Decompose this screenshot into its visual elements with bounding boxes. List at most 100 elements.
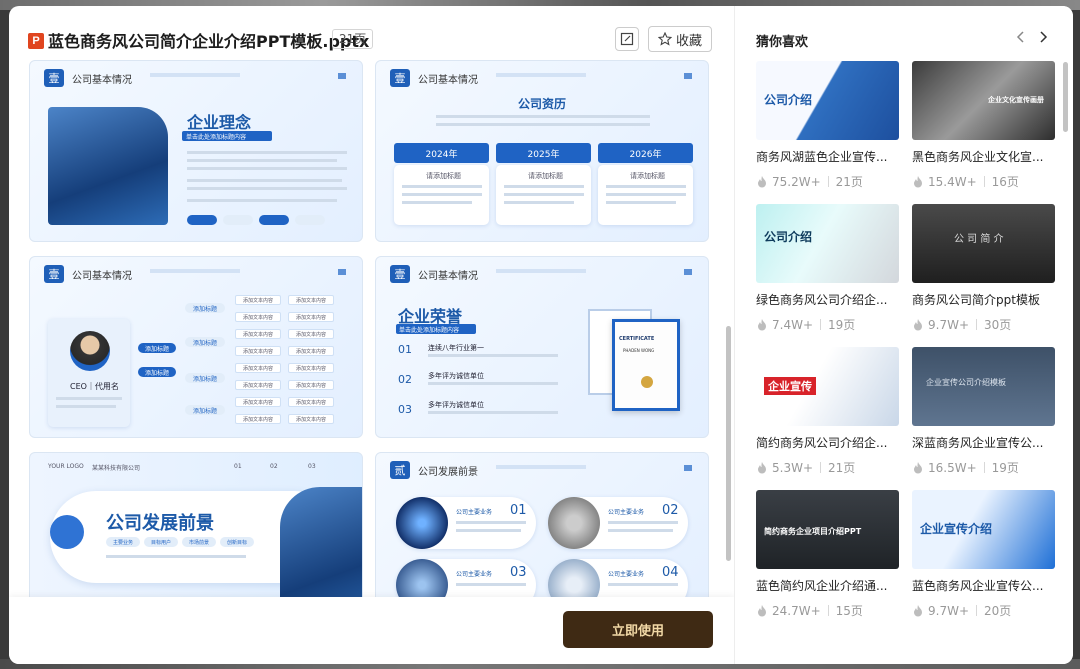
text-line: [608, 529, 673, 532]
view-count: 15.4W+: [928, 174, 977, 189]
text-line: [428, 411, 558, 414]
content-cell: 添加文本内容: [235, 329, 281, 339]
recommend-title[interactable]: 商务风公司简介ppt模板: [912, 291, 1055, 308]
slide-main-title: 公司资历: [518, 97, 567, 111]
recommend-thumbnail[interactable]: 公司介绍: [756, 61, 899, 140]
preview-scrollbar[interactable]: [726, 326, 731, 561]
slide-thumbnail-5[interactable]: YOUR LOGO 某某科技有限公司 01 02 03 公司发展前景 主要业务 …: [29, 452, 363, 597]
recommend-title[interactable]: 绿色商务风公司介绍企...: [756, 291, 899, 308]
recommend-title[interactable]: 深蓝商务风企业宣传公...: [912, 434, 1055, 451]
preview-header: P 蓝色商务风公司简介企业介绍PPT模板.pptx 21页 收藏: [9, 6, 734, 60]
view-count: 9.7W+: [928, 317, 970, 332]
chevron-left-icon: [1016, 31, 1024, 43]
text-line: [402, 201, 472, 204]
year-header-2024: 2024年: [394, 143, 489, 163]
view-count: 16.5W+: [928, 460, 977, 475]
building-image: [48, 107, 168, 225]
content-cell: 添加文本内容: [235, 380, 281, 390]
prev-button[interactable]: [1013, 29, 1029, 45]
recommend-title[interactable]: 商务风湖蓝色企业宣传...: [756, 148, 899, 165]
recommend-card[interactable]: 企业文化宣传画册 黑色商务风企业文化宣... 15.4W+ 16页: [912, 61, 1055, 190]
content-cell: 添加文本内容: [235, 295, 281, 305]
recommendation-scrollbar[interactable]: [1063, 62, 1068, 132]
certificate-image: CERTIFICATE PHADEN WONG: [612, 319, 680, 411]
flame-icon: [758, 176, 766, 188]
recommend-title[interactable]: 简约商务风公司介绍企...: [756, 434, 899, 451]
recommend-thumbnail[interactable]: 企业文化宣传画册: [912, 61, 1055, 140]
business-image: [548, 497, 600, 549]
slide-thumbnail-4[interactable]: 壹 公司基本情况 企业荣誉 单击此处添加标题内容 01 连续八年行业第一 02 …: [375, 256, 709, 438]
recommend-card[interactable]: 公司介绍 绿色商务风公司介绍企... 7.4W+ 19页: [756, 204, 899, 333]
slide-subtitle-bar: [496, 465, 586, 469]
recommend-title[interactable]: 黑色商务风企业文化宣...: [912, 148, 1055, 165]
business-image: [396, 497, 448, 549]
slide-thumbnail-2[interactable]: 壹 公司基本情况 公司资历 2024年 2025年 2026年 请添加标题 请添…: [375, 60, 709, 242]
text-line: [504, 185, 584, 188]
recommend-card[interactable]: 简约商务企业项目介绍PPT 蓝色简约风企业介绍通... 24.7W+ 15页: [756, 490, 899, 619]
recommend-title[interactable]: 蓝色商务风企业宣传公...: [912, 577, 1055, 594]
slide-thumbnail-3[interactable]: 壹 公司基本情况 CEO｜代用名 添加标题 添加标题 添加标题 添加标题 添加标…: [29, 256, 363, 438]
recommend-meta: 75.2W+ 21页: [756, 173, 899, 190]
slide-main-title: 企业理念: [187, 113, 252, 132]
recommend-meta: 9.7W+ 20页: [912, 602, 1055, 619]
use-now-button[interactable]: 立即使用: [563, 611, 713, 648]
slide-section-title: 公司发展前景: [418, 467, 478, 478]
honor-title: 连续八年行业第一: [428, 344, 484, 352]
text-line: [428, 382, 558, 385]
meta-divider: [820, 462, 822, 473]
node-pill: 添加标题: [138, 367, 176, 377]
recommend-card[interactable]: 企业宣传 简约商务风公司介绍企... 5.3W+ 21页: [756, 347, 899, 476]
content-cell: 添加文本内容: [235, 346, 281, 356]
slide-company: 某某科技有限公司: [92, 465, 141, 472]
text-line: [608, 583, 678, 586]
favorite-label: 收藏: [675, 33, 702, 49]
recommend-thumbnail[interactable]: 公 司 简 介: [912, 204, 1055, 283]
thumbnail-text: 公 司 简 介: [954, 234, 1004, 245]
thumbnail-text: 企业宣传公司介绍模板: [926, 378, 1006, 387]
slide-thumbnail-6[interactable]: 贰 公司发展前景 公司主要业务 01 公司主要业务 02 公司主要业务 03 公…: [375, 452, 709, 597]
chevron-right-icon: [1040, 31, 1048, 43]
box-title: 请添加标题: [528, 172, 563, 180]
next-button[interactable]: [1035, 29, 1051, 45]
edit-icon: [620, 32, 634, 46]
text-line: [187, 199, 337, 202]
slide-corner-mark: [338, 73, 346, 79]
certificate-title: CERTIFICATE: [619, 336, 655, 342]
slide-thumbnail-1[interactable]: 壹 公司基本情况 企业理念 单击此处添加标题内容: [29, 60, 363, 242]
business-image: [396, 559, 448, 597]
page-count: 21页: [835, 175, 863, 189]
page-count: 20页: [984, 604, 1012, 618]
honor-number: 02: [398, 373, 412, 386]
recommend-thumbnail[interactable]: 企业宣传介绍: [912, 490, 1055, 569]
tag-pill: [295, 215, 325, 225]
recommend-card[interactable]: 企业宣传公司介绍模板 深蓝商务风企业宣传公... 16.5W+ 19页: [912, 347, 1055, 476]
slide-corner-mark: [338, 269, 346, 275]
favorite-button[interactable]: 收藏: [648, 26, 712, 52]
document-title: 蓝色商务风公司简介企业介绍PPT模板.pptx: [48, 32, 370, 51]
slide-subtitle: 单击此处添加标题内容: [186, 134, 247, 141]
business-title: 公司主要业务: [608, 509, 645, 516]
recommend-title[interactable]: 蓝色简约风企业介绍通...: [756, 577, 899, 594]
recommend-card[interactable]: 企业宣传介绍 蓝色商务风企业宣传公... 9.7W+ 20页: [912, 490, 1055, 619]
page-count: 15页: [835, 604, 863, 618]
recommend-card[interactable]: 公司介绍 商务风湖蓝色企业宣传... 75.2W+ 21页: [756, 61, 899, 190]
slide-thumbnail-grid: 壹 公司基本情况 企业理念 单击此处添加标题内容 壹 公司基本情况 公司资历 2…: [29, 60, 714, 597]
tag-pill: [187, 215, 217, 225]
recommend-thumbnail[interactable]: 企业宣传: [756, 347, 899, 426]
edit-button[interactable]: [615, 27, 639, 51]
recommend-thumbnail[interactable]: 公司介绍: [756, 204, 899, 283]
text-line: [456, 529, 521, 532]
business-title: 公司主要业务: [608, 571, 645, 578]
flame-icon: [758, 462, 766, 474]
tag-pill: [259, 215, 289, 225]
content-cell: 添加文本内容: [235, 414, 281, 424]
recommend-thumbnail[interactable]: 企业宣传公司介绍模板: [912, 347, 1055, 426]
recommend-card[interactable]: 公 司 简 介 商务风公司简介ppt模板 9.7W+ 30页: [912, 204, 1055, 333]
avatar: [70, 331, 110, 371]
text-line: [606, 193, 686, 196]
recommend-thumbnail[interactable]: 简约商务企业项目介绍PPT: [756, 490, 899, 569]
view-count: 24.7W+: [772, 603, 821, 618]
view-count: 7.4W+: [772, 317, 814, 332]
flame-icon: [914, 176, 922, 188]
thumbnail-text: 企业宣传介绍: [920, 522, 993, 536]
